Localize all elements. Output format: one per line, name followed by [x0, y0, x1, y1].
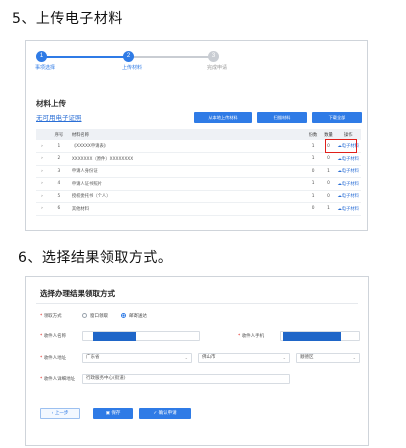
expand-icon[interactable]: ›: [36, 140, 48, 153]
scan-button[interactable]: 扫描材料: [257, 112, 307, 123]
expand-icon[interactable]: ›: [36, 190, 48, 203]
chevron-down-icon: ⌄: [184, 355, 188, 360]
progress-step-3: 3: [208, 51, 219, 62]
recipient-name-input[interactable]: [82, 331, 200, 341]
radio-mail-delivery[interactable]: [121, 313, 126, 318]
recipient-phone-input[interactable]: [280, 331, 360, 341]
download-all-button[interactable]: 下载全部: [312, 112, 362, 123]
table-header-row: 序号 材料名称 份数 数量 操作: [36, 129, 361, 140]
electronic-material-link[interactable]: ☁电子材料: [335, 190, 361, 203]
radio-window-pickup[interactable]: [82, 313, 87, 318]
expand-icon[interactable]: ›: [36, 152, 48, 166]
materials-table: 序号 材料名称 份数 数量 操作 › 1 《XXXXX申请表》 1 0 ☁电子材…: [36, 129, 361, 216]
progress-bar: 1 事项选择 2 上传材料 3 完成申请: [26, 41, 367, 75]
city-select[interactable]: 佛山市 ⌄: [198, 353, 290, 363]
address-label: * 收件人地址: [40, 356, 67, 361]
method-label: * 领取方式: [40, 314, 62, 319]
col-name-header: 材料名称: [69, 129, 305, 140]
materials-title: 材料上传: [36, 99, 66, 108]
redacted-name: [93, 332, 136, 341]
progress-step-2: 2: [123, 51, 134, 62]
materials-subtitle-link[interactable]: 无可用电子证照: [36, 112, 82, 122]
radio-window-pickup-label: 窗口领取: [90, 314, 108, 319]
progress-step-3-label: 完成申请: [207, 65, 228, 71]
district-select[interactable]: 顺德区 ⌄: [296, 353, 360, 363]
province-select[interactable]: 广东省 ⌄: [82, 353, 192, 363]
progress-line-todo: [130, 56, 210, 58]
progress-step-2-label: 上传材料: [122, 65, 143, 71]
table-row: › 5 授权委托书（个人） 1 0 ☁电子材料: [36, 190, 361, 203]
chevron-down-icon: ⌄: [352, 355, 356, 360]
table-row: › 6 其他材料 0 1 ☁电子材料: [36, 202, 361, 216]
pickup-method-screenshot: 选择办理结果领取方式 * 领取方式 窗口领取 邮寄送达 * 收件人名称 * 收件…: [25, 276, 369, 446]
material-upload-screenshot: 1 事项选择 2 上传材料 3 完成申请 材料上传 无可用电子证照 从本地上传材…: [25, 40, 368, 231]
step-5-heading: 5、上传电子材料: [12, 11, 123, 27]
pickup-title: 选择办理结果领取方式: [40, 289, 115, 298]
progress-step-1-label: 事项选择: [35, 65, 56, 71]
progress-line-done: [42, 56, 124, 58]
redacted-phone: [283, 332, 341, 341]
highlight-box: [325, 139, 357, 153]
electronic-material-link[interactable]: ☁电子材料: [335, 177, 361, 191]
detail-address-label: * 收件人详细地址: [40, 377, 76, 382]
expand-icon[interactable]: ›: [36, 202, 48, 216]
detail-address-input[interactable]: 行政服务中心(街道): [82, 374, 290, 384]
chevron-down-icon: ⌄: [282, 355, 286, 360]
electronic-material-link[interactable]: ☁电子材料: [335, 152, 361, 166]
upload-local-button[interactable]: 从本地上传材料: [194, 112, 252, 123]
radio-mail-delivery-label: 邮寄送达: [129, 314, 147, 319]
confirm-submit-button[interactable]: ✓ 确认申请: [139, 408, 191, 419]
title-divider: [36, 303, 358, 304]
recipient-phone-label: * 收件人手机: [238, 334, 265, 339]
expand-icon[interactable]: ›: [36, 177, 48, 191]
electronic-material-link[interactable]: ☁电子材料: [335, 202, 361, 216]
table-row: › 1 《XXXXX申请表》 1 0 ☁电子材料: [36, 140, 361, 153]
col-index-header: 序号: [47, 129, 70, 140]
expand-icon[interactable]: ›: [36, 165, 48, 178]
table-row: › 4 申请人证书照片 1 0 ☁电子材料: [36, 177, 361, 191]
recipient-name-label: * 收件人名称: [40, 334, 67, 339]
progress-step-1: 1: [36, 51, 47, 62]
col-copies-header: 份数: [304, 129, 322, 140]
prev-step-button[interactable]: ‹ 上一步: [40, 408, 80, 419]
step-6-heading: 6、选择结果领取方式。: [18, 250, 173, 266]
electronic-material-link[interactable]: ☁电子材料: [335, 165, 361, 178]
table-row: › 2 XXXXXXX（原件）XXXXXXXX 1 0 ☁电子材料: [36, 152, 361, 166]
table-row: › 3 申请人身份证 0 1 ☁电子材料: [36, 165, 361, 178]
save-button[interactable]: ▣ 保存: [93, 408, 133, 419]
